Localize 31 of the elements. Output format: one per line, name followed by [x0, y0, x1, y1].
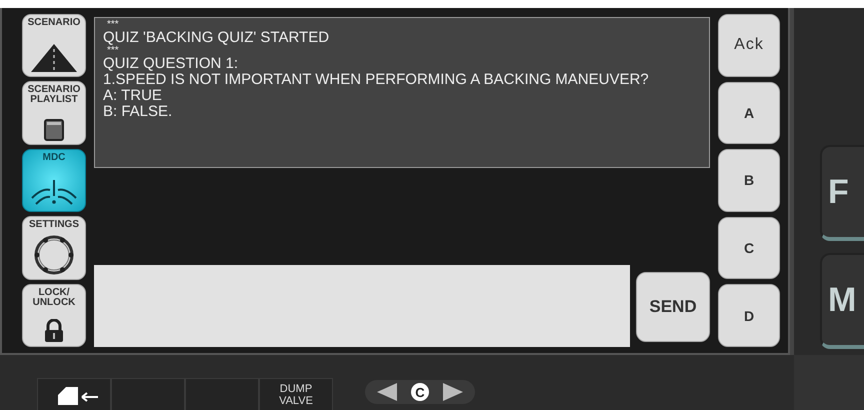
- window-icon: [44, 118, 64, 141]
- left-arrow-icon[interactable]: [377, 383, 397, 401]
- sidebar-button[interactable]: SCENARIO PLAYLIST: [22, 81, 86, 145]
- right-arrow-icon[interactable]: [443, 383, 463, 401]
- dump-valve-button[interactable]: DUMP VALVE: [259, 378, 333, 410]
- log-line: QUIZ QUESTION 1:: [103, 56, 240, 72]
- sidebar-button[interactable]: SETTINGS: [22, 216, 86, 280]
- truck-button[interactable]: [37, 378, 111, 410]
- selector-value: C: [411, 383, 429, 401]
- road-icon: [30, 43, 78, 74]
- log-line: QUIZ 'BACKING QUIZ' STARTED: [103, 30, 330, 46]
- padlock-icon: [44, 319, 64, 344]
- sidebar-button[interactable]: SCENARIO: [22, 14, 86, 78]
- log-line: ***: [106, 46, 120, 56]
- log-line: ***: [106, 20, 120, 30]
- log-line: A: TRUE: [103, 88, 163, 104]
- answer-button[interactable]: B: [718, 149, 780, 212]
- steering-wheel-icon: [33, 234, 75, 276]
- message-input[interactable]: [94, 265, 630, 347]
- send-button[interactable]: SEND: [636, 272, 710, 342]
- sidebar-button[interactable]: LOCK/ UNLOCK: [22, 284, 86, 348]
- answer-button[interactable]: C: [718, 216, 780, 280]
- log-line: 1.SPEED IS NOT IMPORTANT WHEN PERFORMING A BACKING MANEUVER?: [103, 72, 650, 88]
- sidebar-button[interactable]: MDC: [22, 148, 86, 212]
- key-button[interactable]: F: [820, 145, 864, 241]
- answer-button[interactable]: Ack: [718, 14, 780, 77]
- selector-control[interactable]: C: [365, 380, 475, 404]
- answer-button[interactable]: D: [718, 284, 780, 347]
- log-line: B: FALSE.: [103, 104, 174, 120]
- key-button[interactable]: M: [820, 253, 864, 349]
- answer-button[interactable]: A: [718, 82, 780, 144]
